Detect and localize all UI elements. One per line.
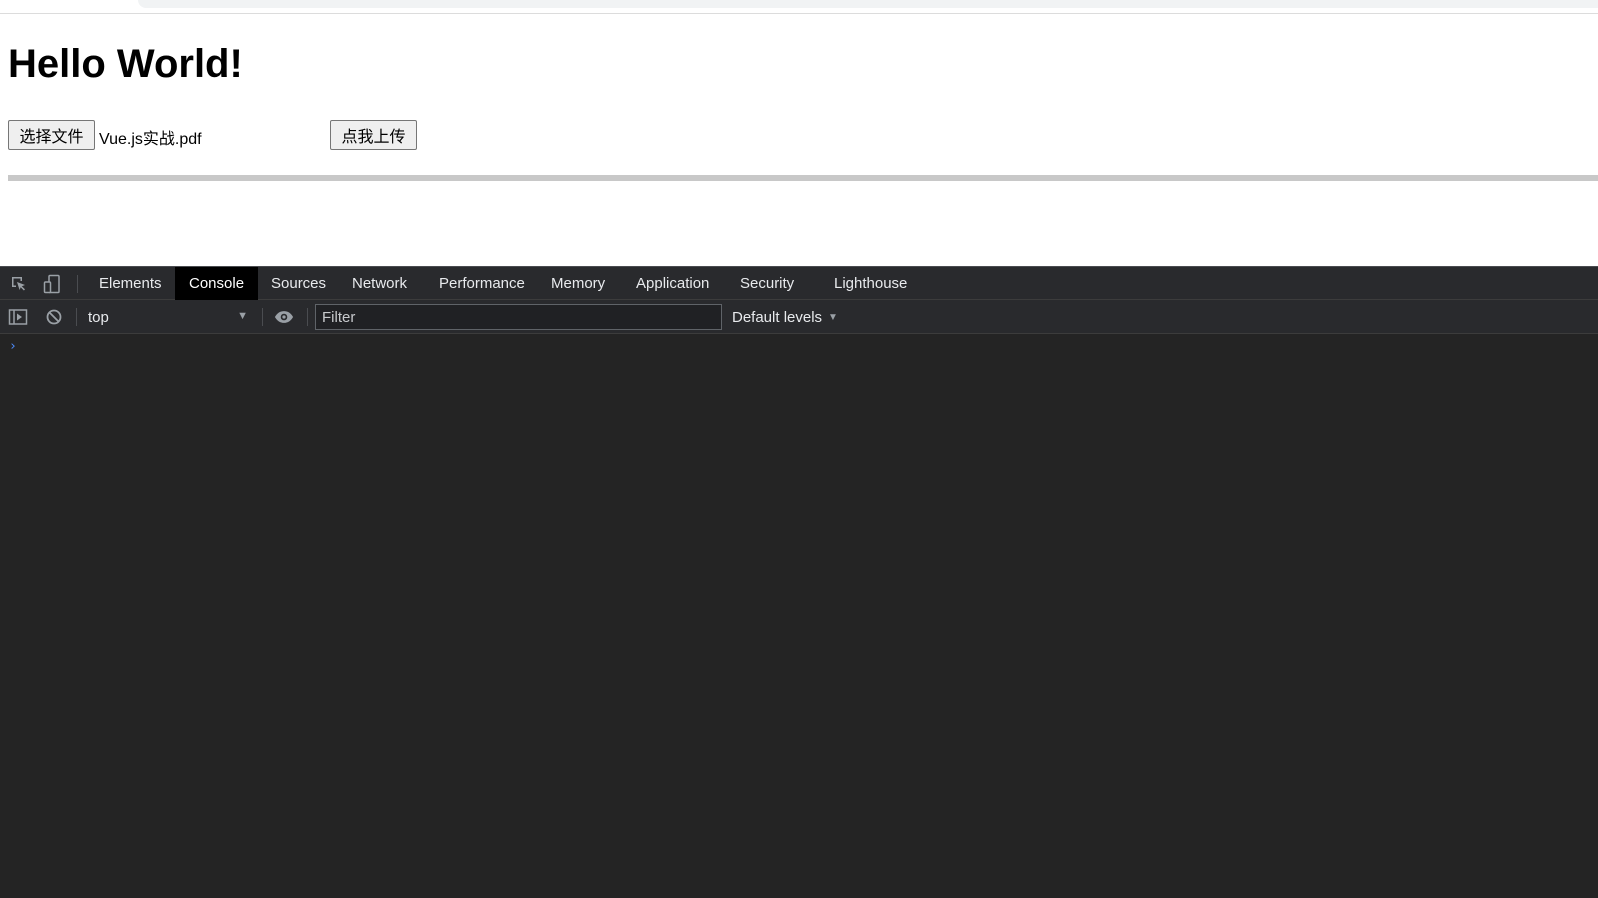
page-viewport: Hello World! 选择文件 Vue.js实战.pdf 点我上传 — [0, 0, 1598, 266]
toolbar-divider — [76, 308, 77, 326]
tab-application[interactable]: Application — [622, 267, 723, 300]
selected-file-name: Vue.js实战.pdf — [99, 131, 202, 148]
tab-performance[interactable]: Performance — [425, 267, 539, 300]
tab-console[interactable]: Console — [175, 267, 259, 300]
tab-memory[interactable]: Memory — [537, 267, 619, 300]
console-prompt-chevron-icon[interactable]: › — [9, 339, 17, 354]
dropdown-arrow-icon: ▼ — [828, 311, 838, 323]
console-output[interactable]: › — [0, 335, 1598, 898]
device-toolbar-icon[interactable] — [42, 274, 62, 294]
tab-bar-divider — [77, 275, 78, 293]
show-sidebar-icon[interactable] — [8, 307, 28, 327]
context-value: top — [88, 308, 109, 326]
dropdown-arrow-icon: ▼ — [237, 310, 248, 322]
tab-lighthouse[interactable]: Lighthouse — [820, 267, 921, 300]
tab-sources[interactable]: Sources — [257, 267, 340, 300]
browser-tab-edge — [138, 0, 1598, 8]
toolbar-divider — [262, 308, 263, 326]
upload-button[interactable]: 点我上传 — [330, 120, 417, 150]
inspect-element-icon[interactable] — [9, 274, 29, 294]
browser-top-edge — [0, 0, 1598, 14]
page-title: Hello World! — [8, 42, 243, 86]
tab-security[interactable]: Security — [726, 267, 808, 300]
log-levels-dropdown[interactable]: Default levels ▼ — [732, 304, 838, 330]
console-filter-input[interactable] — [315, 304, 722, 330]
live-expression-eye-icon[interactable] — [274, 307, 294, 327]
log-levels-label: Default levels — [732, 308, 823, 326]
devtools-panel: Elements Console Sources Network Perform… — [0, 266, 1598, 898]
devtools-tab-bar: Elements Console Sources Network Perform… — [0, 266, 1598, 300]
upload-progress-bar — [8, 175, 1598, 181]
tab-network[interactable]: Network — [338, 267, 421, 300]
console-toolbar: top ▼ Default levels ▼ — [0, 300, 1598, 334]
tab-elements[interactable]: Elements — [85, 267, 176, 300]
clear-console-icon[interactable] — [44, 307, 64, 327]
choose-file-button[interactable]: 选择文件 — [8, 120, 95, 150]
javascript-context-select[interactable]: top ▼ — [80, 304, 252, 330]
toolbar-divider — [307, 308, 308, 326]
